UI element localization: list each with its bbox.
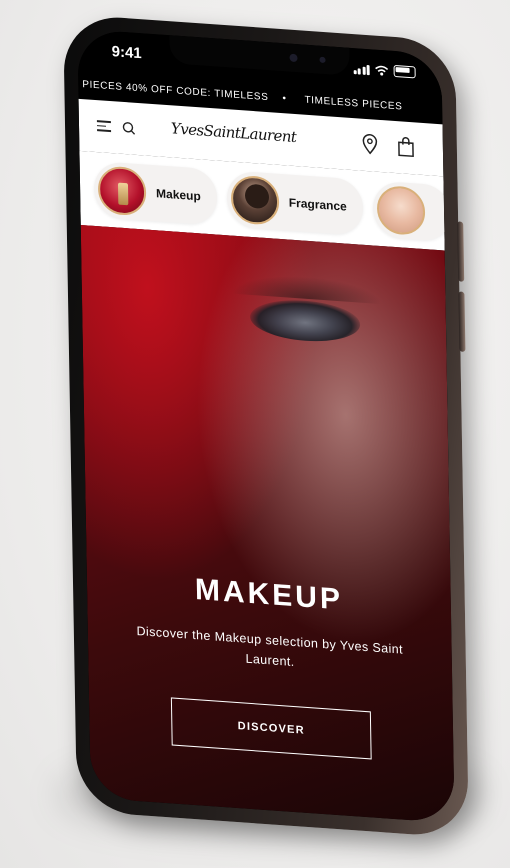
category-thumbnail-third xyxy=(376,184,426,237)
signal-icon xyxy=(353,64,370,76)
category-thumbnail-makeup xyxy=(97,165,147,217)
shopping-bag-icon[interactable] xyxy=(397,135,415,158)
category-fragrance[interactable]: Fragrance xyxy=(226,170,364,236)
category-third[interactable] xyxy=(372,180,445,242)
hero-title: MAKEUP xyxy=(194,573,344,617)
camera-icon xyxy=(289,53,298,63)
notch xyxy=(169,35,350,76)
search-icon[interactable] xyxy=(121,120,137,137)
wifi-icon xyxy=(375,65,389,76)
brand-logo[interactable]: YvesSaintLaurent xyxy=(171,119,297,146)
category-label: Fragrance xyxy=(288,195,347,214)
category-label: Makeup xyxy=(155,186,201,204)
promo-text-repeat: TIMELESS PIECES xyxy=(304,94,403,113)
phone-screen: 9:41 PIECES 40% OFF CODE: TIMELESS • TIM… xyxy=(77,28,455,824)
battery-icon xyxy=(393,64,416,79)
category-makeup[interactable]: Makeup xyxy=(93,160,218,226)
store-locator-icon[interactable] xyxy=(361,133,379,156)
hero-banner: MAKEUP Discover the Makeup selection by … xyxy=(80,224,455,824)
status-time: 9:41 xyxy=(111,43,142,63)
hero-image-brow xyxy=(231,271,382,305)
hero-description: Discover the Makeup selection by Yves Sa… xyxy=(136,623,404,670)
menu-icon[interactable] xyxy=(96,120,112,134)
promo-text: PIECES 40% OFF CODE: TIMELESS xyxy=(82,78,269,103)
power-button xyxy=(458,291,466,352)
scene: 9:41 PIECES 40% OFF CODE: TIMELESS • TIM… xyxy=(0,0,510,868)
category-thumbnail-fragrance xyxy=(230,174,280,226)
promo-separator: • xyxy=(282,92,287,104)
hero-image-eye xyxy=(249,296,361,345)
sensor-icon xyxy=(319,56,326,64)
volume-button xyxy=(457,221,465,282)
discover-button[interactable]: DISCOVER xyxy=(170,697,372,760)
phone-frame: 9:41 PIECES 40% OFF CODE: TIMELESS • TIM… xyxy=(63,13,469,839)
status-icons xyxy=(353,62,416,79)
